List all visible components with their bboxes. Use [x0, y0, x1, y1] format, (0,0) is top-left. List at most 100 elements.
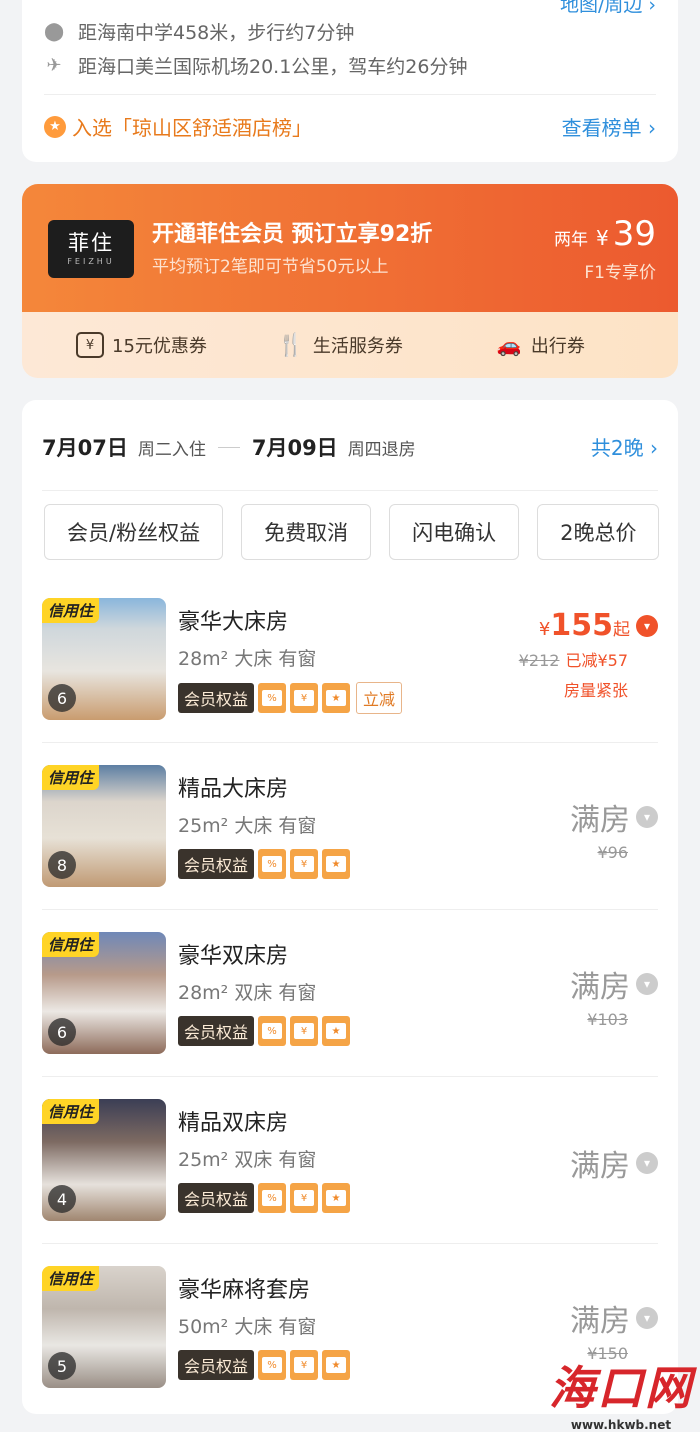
discount-icon: % [258, 683, 287, 713]
view-ranking-label: 查看榜单 [561, 116, 642, 140]
perk-label: 出行券 [530, 336, 585, 357]
original-price: ¥212 [518, 651, 560, 670]
location-card: 地图/周边 › ⬤ 距海南中学458米，步行约7分钟 ✈ 距海口美兰国际机场20… [22, 0, 678, 162]
sold-out-block[interactable]: 满房 ▾ ¥103 [570, 962, 658, 1029]
room-tags: 会员权益 % ¥ ★ [178, 1183, 351, 1213]
room-photo[interactable]: 信用住 4 [42, 1099, 166, 1221]
price-block[interactable]: ¥ 155 起 ▾ ¥212 已减¥57 房量紧张 [519, 608, 658, 701]
sold-out-block[interactable]: 满房 ▾ ¥96 [570, 795, 658, 862]
member-benefit-tag: 会员权益 [178, 1183, 255, 1213]
chevron-down-icon[interactable]: ▾ [636, 806, 658, 828]
member-price: 两年 ¥ 39 [554, 214, 656, 254]
coupon-icon: ¥ [290, 1350, 319, 1380]
divider [44, 94, 656, 95]
credit-stay-badge: 信用住 [42, 1099, 100, 1124]
discount-icon: % [258, 849, 287, 879]
member-benefit-tag: 会员权益 [178, 1016, 255, 1046]
room-tags: 会员权益 % ¥ ★ [178, 849, 351, 879]
nights-label: 共2晚 [590, 436, 644, 460]
discount-icon: % [258, 1350, 287, 1380]
room-spec: 28m² 双床 有窗 [178, 978, 316, 1005]
photo-count: 8 [48, 851, 76, 879]
school-distance-row: ⬤ 距海南中学458米，步行约7分钟 [44, 18, 354, 45]
room-item[interactable]: 信用住 6 豪华双床房 28m² 双床 有窗 会员权益 % ¥ ★ 满房 ▾ ¥1… [42, 932, 658, 1098]
room-bed-window: 大床 有窗 [234, 815, 317, 837]
discount-icon: % [258, 1016, 287, 1046]
perk-coupon: ¥ 15元优惠券 [76, 332, 207, 358]
room-bed-window: 双床 有窗 [234, 982, 317, 1004]
view-ranking-link[interactable]: 查看榜单 › [562, 112, 656, 141]
sold-out-block[interactable]: 满房 ▾ [570, 1141, 658, 1185]
airplane-icon: ✈ [46, 55, 62, 76]
price-value: 155 [550, 608, 613, 643]
checkin-date: 7月07日 [42, 436, 128, 460]
photo-count: 4 [48, 1185, 76, 1213]
room-spec: 25m² 双床 有窗 [178, 1145, 316, 1172]
chevron-down-icon[interactable]: ▾ [636, 1152, 658, 1174]
coupon-icon: ¥ [76, 332, 104, 358]
discount-icon: % [258, 1183, 287, 1213]
original-price: ¥96 [597, 843, 628, 862]
feizhu-logo: 菲住 FEIZHU [48, 220, 134, 278]
medal-icon: ★ [44, 115, 66, 138]
ticket-icon: ★ [322, 1183, 351, 1213]
room-area: 25m² [178, 1149, 229, 1171]
ranking-row[interactable]: ★ 入选「琼山区舒适酒店榜」 [44, 112, 312, 141]
room-bed-window: 双床 有窗 [234, 1149, 317, 1171]
original-price-row: ¥212 已减¥57 [519, 647, 658, 671]
coupon-icon: ¥ [290, 1016, 319, 1046]
original-price: ¥103 [587, 1010, 628, 1029]
room-area: 50m² [178, 1316, 229, 1338]
sold-out-text: 满房 [570, 1304, 630, 1339]
room-bed-window: 大床 有窗 [234, 648, 317, 670]
room-name: 豪华大床房 [178, 610, 289, 635]
price-suffix: 起 [613, 620, 630, 640]
chevron-down-icon[interactable]: ▾ [636, 1307, 658, 1329]
room-item[interactable]: 信用住 4 精品双床房 25m² 双床 有窗 会员权益 % ¥ ★ 满房 ▾ [42, 1099, 658, 1265]
coupon-icon: ¥ [290, 1183, 319, 1213]
chevron-down-icon[interactable]: ▾ [636, 614, 658, 637]
nights-link[interactable]: 共2晚 › [591, 432, 658, 461]
room-photo[interactable]: 信用住 5 [42, 1266, 166, 1388]
chevron-down-icon[interactable]: ▾ [636, 973, 658, 995]
filter-free-cancel[interactable]: 免费取消 [241, 504, 372, 560]
room-spec: 25m² 大床 有窗 [178, 811, 316, 838]
divider [42, 1076, 658, 1077]
room-spec: 28m² 大床 有窗 [178, 644, 316, 671]
perk-label: 15元优惠券 [112, 336, 207, 357]
membership-banner[interactable]: 菲住 FEIZHU 开通菲住会员 预订立享92折 平均预订2笔即可节省50元以上… [22, 184, 678, 378]
watermark-url: www.hkwb.net [570, 1418, 672, 1432]
airport-distance-row: ✈ 距海口美兰国际机场20.1公里，驾车约26分钟 [44, 52, 467, 79]
room-spec: 50m² 大床 有窗 [178, 1312, 316, 1339]
divider [42, 490, 658, 491]
room-item[interactable]: 信用住 8 精品大床房 25m² 大床 有窗 会员权益 % ¥ ★ 满房 ▾ ¥9… [42, 765, 658, 931]
checkout-label: 周四退房 [347, 440, 416, 460]
room-photo[interactable]: 信用住 6 [42, 598, 166, 720]
divider [42, 742, 658, 743]
date-dash [217, 446, 240, 448]
member-benefit-tag: 会员权益 [178, 1350, 255, 1380]
photo-count: 6 [48, 1018, 76, 1046]
filter-total-price[interactable]: 2晚总价 [537, 504, 660, 560]
currency: ¥ [538, 619, 551, 640]
credit-stay-badge: 信用住 [42, 1266, 100, 1291]
room-name: 精品双床房 [178, 1111, 289, 1136]
sold-out-text: 满房 [570, 1149, 630, 1184]
room-photo[interactable]: 信用住 8 [42, 765, 166, 887]
school-distance-text: 距海南中学458米，步行约7分钟 [78, 22, 355, 44]
filter-instant-confirm[interactable]: 闪电确认 [389, 504, 520, 560]
member-subtitle: 平均预订2笔即可节省50元以上 [152, 257, 389, 277]
filter-member-benefits[interactable]: 会员/粉丝权益 [44, 504, 224, 560]
photo-count: 6 [48, 684, 76, 712]
room-list-card: 7月07日 周二入住 7月09日 周四退房 共2晚 › 会员/粉丝权益 免费取消… [22, 400, 678, 1414]
map-link[interactable]: 地图/周边 › [560, 0, 656, 17]
room-item[interactable]: 信用住 6 豪华大床房 28m² 大床 有窗 会员权益 % ¥ ★ 立减 ¥ 1… [42, 598, 658, 764]
discount-amount: 已减¥57 [565, 651, 628, 670]
filter-bar: 会员/粉丝权益 免费取消 闪电确认 2晚总价 [44, 504, 677, 560]
perk-life-service: 🍴 生活服务券 [277, 332, 403, 358]
map-link-label: 地图/周边 [559, 0, 643, 16]
room-photo[interactable]: 信用住 6 [42, 932, 166, 1054]
member-benefit-tag: 会员权益 [178, 683, 255, 713]
price-currency: ¥ [596, 226, 609, 250]
date-selector[interactable]: 7月07日 周二入住 7月09日 周四退房 [42, 432, 416, 462]
